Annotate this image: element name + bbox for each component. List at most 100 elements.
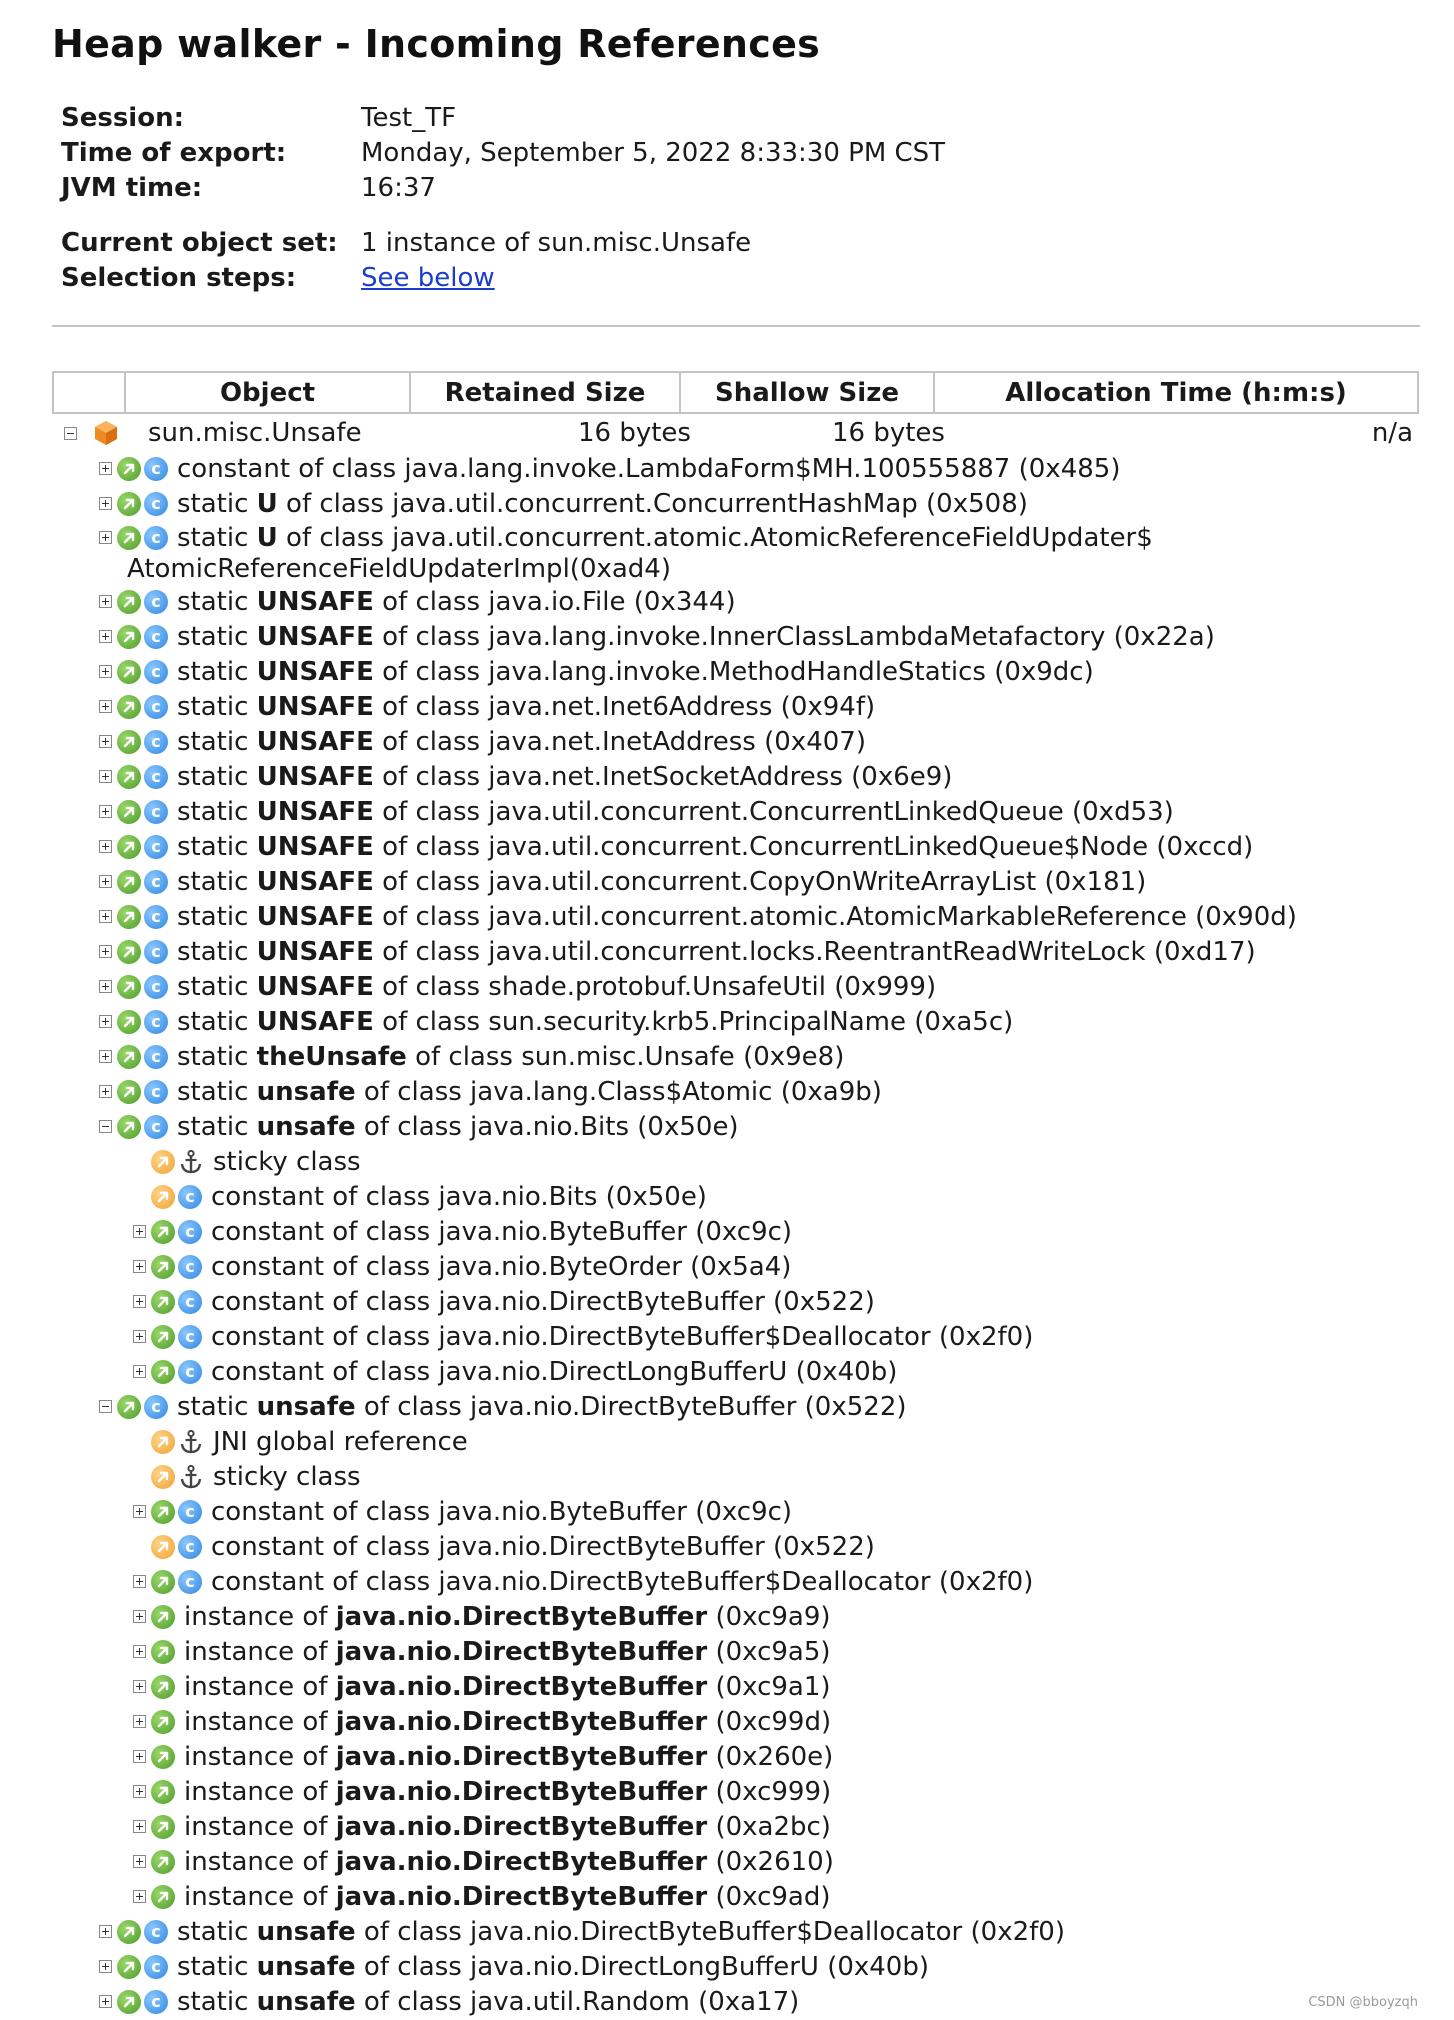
- expand-toggle[interactable]: [133, 1785, 146, 1798]
- expand-toggle[interactable]: [99, 497, 112, 510]
- object-id: (0x344): [633, 586, 736, 617]
- tree-row[interactable]: c static UNSAFE of class java.net.Inet6Ad…: [0, 689, 1454, 724]
- tree-row[interactable]: c static UNSAFE of class java.util.concur…: [0, 829, 1454, 864]
- collapse-toggle[interactable]: [64, 427, 77, 440]
- tree-row[interactable]: sticky class: [0, 1144, 1454, 1179]
- tree-row[interactable]: c constant of class java.nio.DirectByteBu…: [0, 1564, 1454, 1599]
- tree-row[interactable]: instance of java.nio.DirectByteBuffer (0…: [0, 1599, 1454, 1634]
- expand-toggle[interactable]: [99, 980, 112, 993]
- reference-prefix: instance of: [184, 1741, 336, 1772]
- tree-row[interactable]: c static UNSAFE of class java.net.InetSoc…: [0, 759, 1454, 794]
- tree-row[interactable]: c static unsafe of class java.nio.Bits (0…: [0, 1109, 1454, 1144]
- tree-row[interactable]: c static UNSAFE of class java.util.concur…: [0, 794, 1454, 829]
- expand-toggle[interactable]: [99, 875, 112, 888]
- expand-toggle[interactable]: [133, 1855, 146, 1868]
- expand-toggle[interactable]: [133, 1715, 146, 1728]
- tree-row[interactable]: c constant of class java.nio.DirectByteBu…: [0, 1319, 1454, 1354]
- expand-toggle[interactable]: [99, 910, 112, 923]
- expand-toggle[interactable]: [99, 1960, 112, 1973]
- tree-row[interactable]: c constant of class java.nio.Bits (0x50e): [0, 1179, 1454, 1214]
- tree-row[interactable]: c static unsafe of class java.nio.DirectB…: [0, 1389, 1454, 1424]
- expand-toggle[interactable]: [99, 1015, 112, 1028]
- tree-row[interactable]: c static unsafe of class java.lang.Class$…: [0, 1074, 1454, 1109]
- expand-toggle[interactable]: [133, 1820, 146, 1833]
- expand-toggle[interactable]: [99, 531, 112, 544]
- tree-row[interactable]: instance of java.nio.DirectByteBuffer (0…: [0, 1879, 1454, 1914]
- tree-row[interactable]: c static theUnsafe of class sun.misc.Unsa…: [0, 1039, 1454, 1074]
- tree-row[interactable]: instance of java.nio.DirectByteBuffer (0…: [0, 1774, 1454, 1809]
- tree-row[interactable]: c static unsafe of class java.nio.DirectB…: [0, 1914, 1454, 1949]
- tree-row[interactable]: c constant of class java.nio.DirectByteBu…: [0, 1284, 1454, 1319]
- tree-row[interactable]: c constant of class java.lang.invoke.Lamb…: [0, 451, 1454, 486]
- class-icon: c: [178, 1499, 202, 1524]
- tree-row[interactable]: c static UNSAFE of class java.lang.invoke…: [0, 654, 1454, 689]
- header-retained-size[interactable]: Retained Size: [411, 373, 681, 412]
- expand-toggle[interactable]: [99, 1925, 112, 1938]
- tree-row[interactable]: instance of java.nio.DirectByteBuffer (0…: [0, 1669, 1454, 1704]
- field-name: UNSAFE: [256, 1006, 374, 1037]
- see-below-link[interactable]: See below: [361, 263, 495, 293]
- class-icon: c: [144, 1009, 168, 1034]
- expand-toggle[interactable]: [99, 1995, 112, 2008]
- tree-row[interactable]: c static UNSAFE of class java.io.File (0x…: [0, 584, 1454, 619]
- expand-toggle[interactable]: [99, 462, 112, 475]
- expand-toggle[interactable]: [133, 1505, 146, 1518]
- tree-row[interactable]: c static UNSAFE of class sun.security.krb…: [0, 1004, 1454, 1039]
- expand-toggle[interactable]: [133, 1575, 146, 1588]
- tree-row[interactable]: JNI global reference: [0, 1424, 1454, 1459]
- class-icon: c: [178, 1254, 202, 1279]
- expand-toggle[interactable]: [133, 1750, 146, 1763]
- expand-toggle[interactable]: [99, 770, 112, 783]
- tree-row[interactable]: c static unsafe of class java.util.Random…: [0, 1984, 1454, 2019]
- expand-toggle[interactable]: [133, 1295, 146, 1308]
- header-allocation-time[interactable]: Allocation Time (h:m:s): [935, 373, 1417, 412]
- tree-row[interactable]: c static U of class java.util.concurrent.…: [0, 486, 1454, 521]
- expand-toggle[interactable]: [99, 595, 112, 608]
- tree-row[interactable]: c static unsafe of class java.nio.DirectL…: [0, 1949, 1454, 1984]
- expand-toggle[interactable]: [133, 1365, 146, 1378]
- expand-toggle[interactable]: [99, 630, 112, 643]
- expand-toggle[interactable]: [99, 1050, 112, 1063]
- collapse-toggle[interactable]: [99, 1400, 112, 1413]
- tree-row[interactable]: instance of java.nio.DirectByteBuffer (0…: [0, 1704, 1454, 1739]
- tree-row[interactable]: c constant of class java.nio.ByteOrder (0…: [0, 1249, 1454, 1284]
- tree-row[interactable]: c constant of class java.nio.DirectByteBu…: [0, 1529, 1454, 1564]
- expand-toggle[interactable]: [99, 805, 112, 818]
- root-row[interactable]: sun.misc.Unsafe 16 bytes 16 bytes n/a: [52, 416, 1419, 451]
- expand-toggle[interactable]: [99, 840, 112, 853]
- tree-row[interactable]: c static UNSAFE of class java.util.concur…: [0, 864, 1454, 899]
- expand-toggle[interactable]: [133, 1610, 146, 1623]
- header-shallow-size[interactable]: Shallow Size: [681, 373, 935, 412]
- tree-row[interactable]: c static UNSAFE of class java.util.concur…: [0, 934, 1454, 969]
- tree-row[interactable]: instance of java.nio.DirectByteBuffer (0…: [0, 1739, 1454, 1774]
- reference-arrow-icon: [151, 1744, 175, 1769]
- tree-row[interactable]: c static U of class java.util.concurrent.…: [0, 521, 1454, 554]
- tree-row[interactable]: c constant of class java.nio.DirectLongBu…: [0, 1354, 1454, 1389]
- tree-row[interactable]: c constant of class java.nio.ByteBuffer (…: [0, 1494, 1454, 1529]
- expand-toggle[interactable]: [133, 1225, 146, 1238]
- expand-toggle[interactable]: [133, 1890, 146, 1903]
- tree-row[interactable]: c static UNSAFE of class java.net.InetAdd…: [0, 724, 1454, 759]
- expand-toggle[interactable]: [99, 735, 112, 748]
- collapse-toggle[interactable]: [99, 1120, 112, 1133]
- reference-arrow-icon: [117, 869, 141, 894]
- tree-row[interactable]: instance of java.nio.DirectByteBuffer (0…: [0, 1844, 1454, 1879]
- expand-toggle[interactable]: [99, 665, 112, 678]
- header-object[interactable]: Object: [126, 373, 411, 412]
- expand-toggle[interactable]: [99, 1085, 112, 1098]
- tree-row[interactable]: instance of java.nio.DirectByteBuffer (0…: [0, 1634, 1454, 1669]
- tree-row[interactable]: c static UNSAFE of class java.util.concur…: [0, 899, 1454, 934]
- expand-toggle[interactable]: [133, 1260, 146, 1273]
- expand-toggle[interactable]: [133, 1645, 146, 1658]
- tree-row[interactable]: sticky class: [0, 1459, 1454, 1494]
- expand-toggle[interactable]: [133, 1330, 146, 1343]
- tree-row[interactable]: c static UNSAFE of class java.lang.invoke…: [0, 619, 1454, 654]
- reference-prefix: static: [177, 901, 257, 932]
- expand-toggle[interactable]: [133, 1680, 146, 1693]
- field-name: UNSAFE: [256, 761, 374, 792]
- tree-row[interactable]: c static UNSAFE of class shade.protobuf.U…: [0, 969, 1454, 1004]
- tree-row[interactable]: c constant of class java.nio.ByteBuffer (…: [0, 1214, 1454, 1249]
- expand-toggle[interactable]: [99, 700, 112, 713]
- tree-row[interactable]: instance of java.nio.DirectByteBuffer (0…: [0, 1809, 1454, 1844]
- expand-toggle[interactable]: [99, 945, 112, 958]
